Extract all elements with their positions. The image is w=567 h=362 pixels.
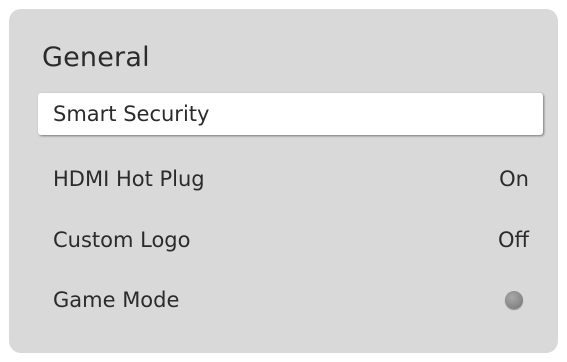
menu-item-smart-security[interactable]: Smart Security	[38, 93, 543, 135]
menu-item-label: Custom Logo	[53, 228, 191, 252]
menu-item-value: Off	[498, 228, 529, 252]
menu-item-value: On	[499, 167, 529, 191]
menu-item-custom-logo[interactable]: Custom Logo Off	[38, 219, 543, 261]
menu-item-label: HDMI Hot Plug	[53, 167, 205, 191]
menu-item-game-mode[interactable]: Game Mode	[38, 279, 543, 321]
toggle-off-icon[interactable]	[505, 291, 523, 309]
settings-panel: General Smart Security HDMI Hot Plug On …	[9, 9, 558, 353]
panel-title: General	[42, 42, 150, 73]
menu-item-label: Smart Security	[53, 102, 210, 126]
menu-item-label: Game Mode	[53, 288, 180, 312]
menu-item-hdmi-hot-plug[interactable]: HDMI Hot Plug On	[38, 158, 543, 200]
